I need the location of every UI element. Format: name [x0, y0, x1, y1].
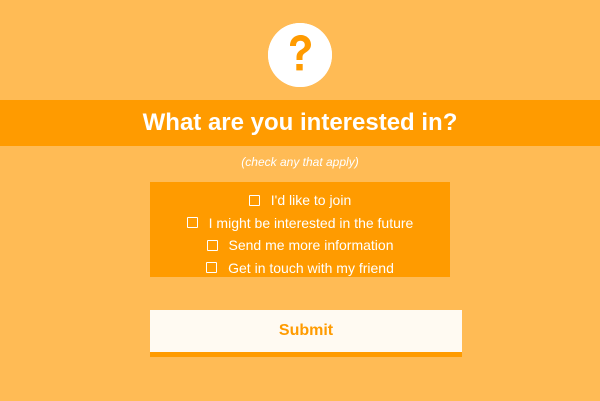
option-label: I might be interested in the future — [208, 214, 414, 231]
submit-button[interactable]: Submit — [150, 310, 462, 357]
question-circle-icon — [268, 23, 332, 87]
option-more-info[interactable]: Send me more information — [150, 234, 450, 257]
survey-page: What are you interested in? (check any t… — [0, 0, 600, 401]
checkbox-contact-friend[interactable] — [206, 262, 218, 274]
option-label: I'd like to join — [270, 192, 352, 209]
option-label: Get in touch with my friend — [228, 259, 394, 276]
option-future-interest[interactable]: I might be interested in the future — [150, 212, 450, 235]
option-contact-friend[interactable]: Get in touch with my friend — [150, 257, 450, 280]
option-join[interactable]: I'd like to join — [150, 189, 450, 212]
checkbox-join[interactable] — [248, 194, 260, 206]
options-group: I'd like to join I might be interested i… — [150, 182, 450, 277]
title-banner: What are you interested in? — [0, 100, 600, 146]
instruction-text: (check any that apply) — [241, 155, 359, 169]
option-label: Send me more information — [228, 237, 394, 254]
checkbox-more-info[interactable] — [206, 239, 218, 251]
checkbox-future-interest[interactable] — [186, 217, 198, 229]
page-title: What are you interested in? — [142, 109, 458, 136]
